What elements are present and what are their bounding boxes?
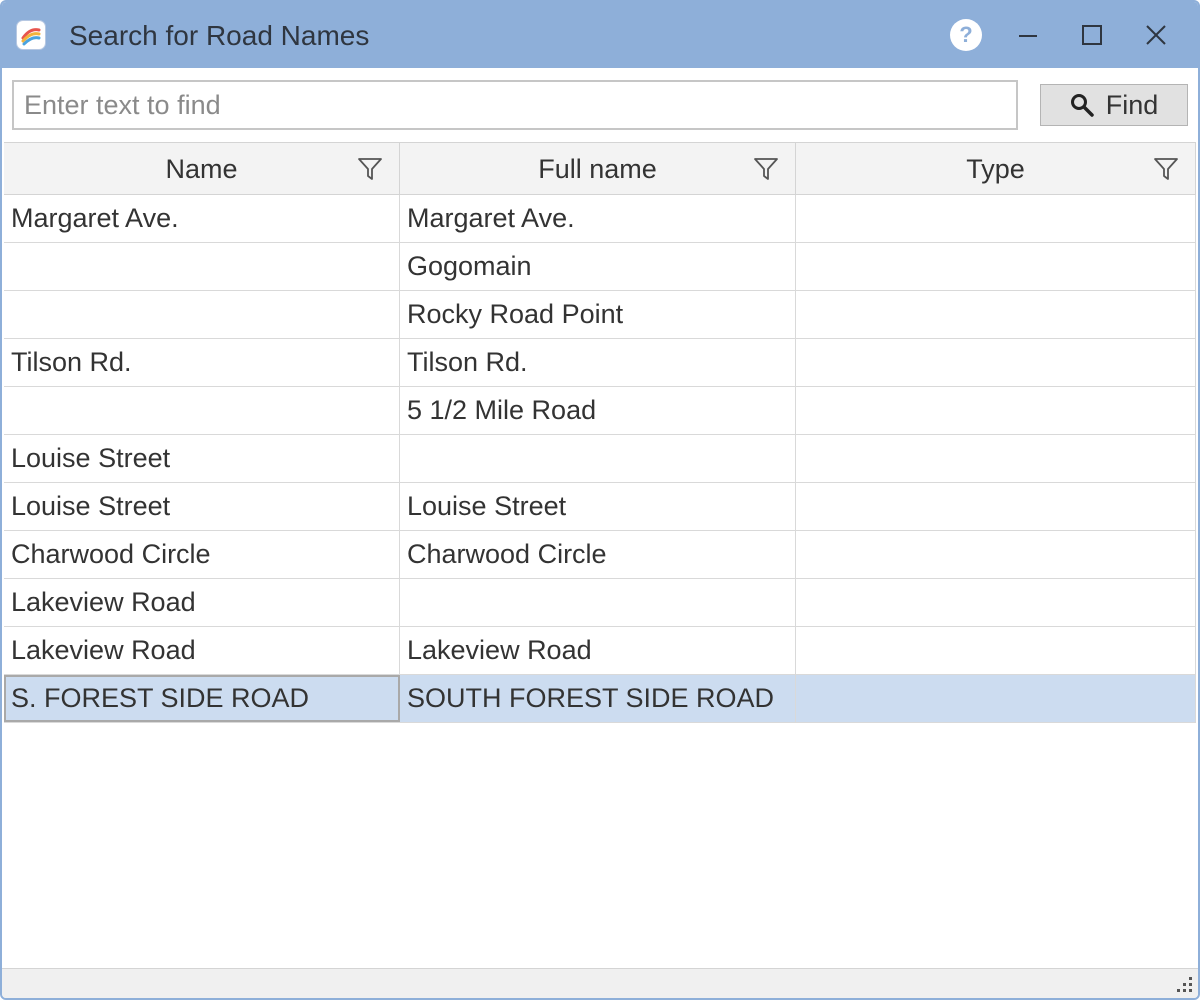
- column-header-label: Full name: [538, 153, 657, 184]
- cell-full-name[interactable]: 5 1/2 Mile Road: [400, 387, 796, 434]
- cell-type[interactable]: [796, 291, 1196, 338]
- help-button[interactable]: ?: [940, 10, 992, 60]
- cell-type[interactable]: [796, 675, 1196, 722]
- cell-name[interactable]: [4, 243, 400, 290]
- close-icon: [1146, 25, 1166, 45]
- table-row[interactable]: Gogomain: [4, 243, 1196, 291]
- cell-type[interactable]: [796, 531, 1196, 578]
- cell-full-name[interactable]: [400, 435, 796, 482]
- minimize-icon: [1019, 35, 1037, 37]
- cell-type[interactable]: [796, 579, 1196, 626]
- title-bar[interactable]: Search for Road Names ?: [2, 2, 1198, 68]
- table-row[interactable]: Lakeview Road Lakeview Road: [4, 627, 1196, 675]
- table-row[interactable]: Charwood Circle Charwood Circle: [4, 531, 1196, 579]
- column-header-label: Name: [165, 153, 238, 184]
- maximize-button[interactable]: [1066, 10, 1118, 60]
- cell-type[interactable]: [796, 195, 1196, 242]
- cell-type[interactable]: [796, 435, 1196, 482]
- cell-name[interactable]: S. FOREST SIDE ROAD: [4, 675, 400, 722]
- cell-full-name[interactable]: [400, 579, 796, 626]
- table-row-selected[interactable]: S. FOREST SIDE ROAD SOUTH FOREST SIDE RO…: [4, 675, 1196, 723]
- column-header-name[interactable]: Name: [4, 143, 400, 195]
- column-header-label: Type: [966, 153, 1025, 184]
- table-row[interactable]: Louise Street Louise Street: [4, 483, 1196, 531]
- cell-type[interactable]: [796, 339, 1196, 386]
- app-icon: [16, 20, 46, 50]
- close-button[interactable]: [1130, 10, 1182, 60]
- cell-name[interactable]: Tilson Rd.: [4, 339, 400, 386]
- cell-type[interactable]: [796, 387, 1196, 434]
- table-row[interactable]: Lakeview Road: [4, 579, 1196, 627]
- road-names-grid: Name Full name Type Margaret Ave. Margar…: [4, 142, 1196, 968]
- search-icon: [1070, 94, 1094, 117]
- cell-full-name[interactable]: Charwood Circle: [400, 531, 796, 578]
- grid-rows: Margaret Ave. Margaret Ave. Gogomain Roc…: [4, 195, 1196, 723]
- table-row[interactable]: Margaret Ave. Margaret Ave.: [4, 195, 1196, 243]
- cell-name[interactable]: Louise Street: [4, 435, 400, 482]
- cell-full-name[interactable]: Gogomain: [400, 243, 796, 290]
- search-input[interactable]: [12, 80, 1018, 130]
- search-road-names-window: Search for Road Names ? Enter text to fi…: [0, 0, 1200, 1000]
- cell-type[interactable]: [796, 627, 1196, 674]
- cell-name[interactable]: Charwood Circle: [4, 531, 400, 578]
- cell-name[interactable]: [4, 387, 400, 434]
- filter-icon[interactable]: [1153, 156, 1179, 182]
- minimize-button[interactable]: [1002, 10, 1054, 60]
- find-button[interactable]: Find: [1040, 84, 1188, 126]
- cell-full-name[interactable]: Margaret Ave.: [400, 195, 796, 242]
- maximize-icon: [1082, 25, 1102, 45]
- search-toolbar: Find: [2, 68, 1198, 142]
- cell-full-name[interactable]: Louise Street: [400, 483, 796, 530]
- table-row[interactable]: Rocky Road Point: [4, 291, 1196, 339]
- cell-name[interactable]: Louise Street: [4, 483, 400, 530]
- cell-type[interactable]: [796, 483, 1196, 530]
- resize-grip-icon[interactable]: [1174, 974, 1194, 994]
- cell-type[interactable]: [796, 243, 1196, 290]
- cell-full-name[interactable]: Tilson Rd.: [400, 339, 796, 386]
- cell-name[interactable]: [4, 291, 400, 338]
- cell-name[interactable]: Margaret Ave.: [4, 195, 400, 242]
- cell-name[interactable]: Lakeview Road: [4, 579, 400, 626]
- cell-full-name[interactable]: Rocky Road Point: [400, 291, 796, 338]
- column-header-type[interactable]: Type: [796, 143, 1196, 195]
- cell-full-name[interactable]: Lakeview Road: [400, 627, 796, 674]
- window-title: Search for Road Names: [69, 20, 370, 51]
- cell-full-name[interactable]: SOUTH FOREST SIDE ROAD: [400, 675, 796, 722]
- table-row[interactable]: Tilson Rd. Tilson Rd.: [4, 339, 1196, 387]
- cell-name[interactable]: Lakeview Road: [4, 627, 400, 674]
- filter-icon[interactable]: [357, 156, 383, 182]
- table-row[interactable]: Louise Street: [4, 435, 1196, 483]
- find-button-label: Find: [1105, 89, 1159, 120]
- table-row[interactable]: 5 1/2 Mile Road: [4, 387, 1196, 435]
- help-icon: ?: [950, 19, 982, 51]
- filter-icon[interactable]: [753, 156, 779, 182]
- column-header-full-name[interactable]: Full name: [400, 143, 796, 195]
- status-bar: [2, 968, 1198, 998]
- grid-header: Name Full name Type: [4, 142, 1196, 195]
